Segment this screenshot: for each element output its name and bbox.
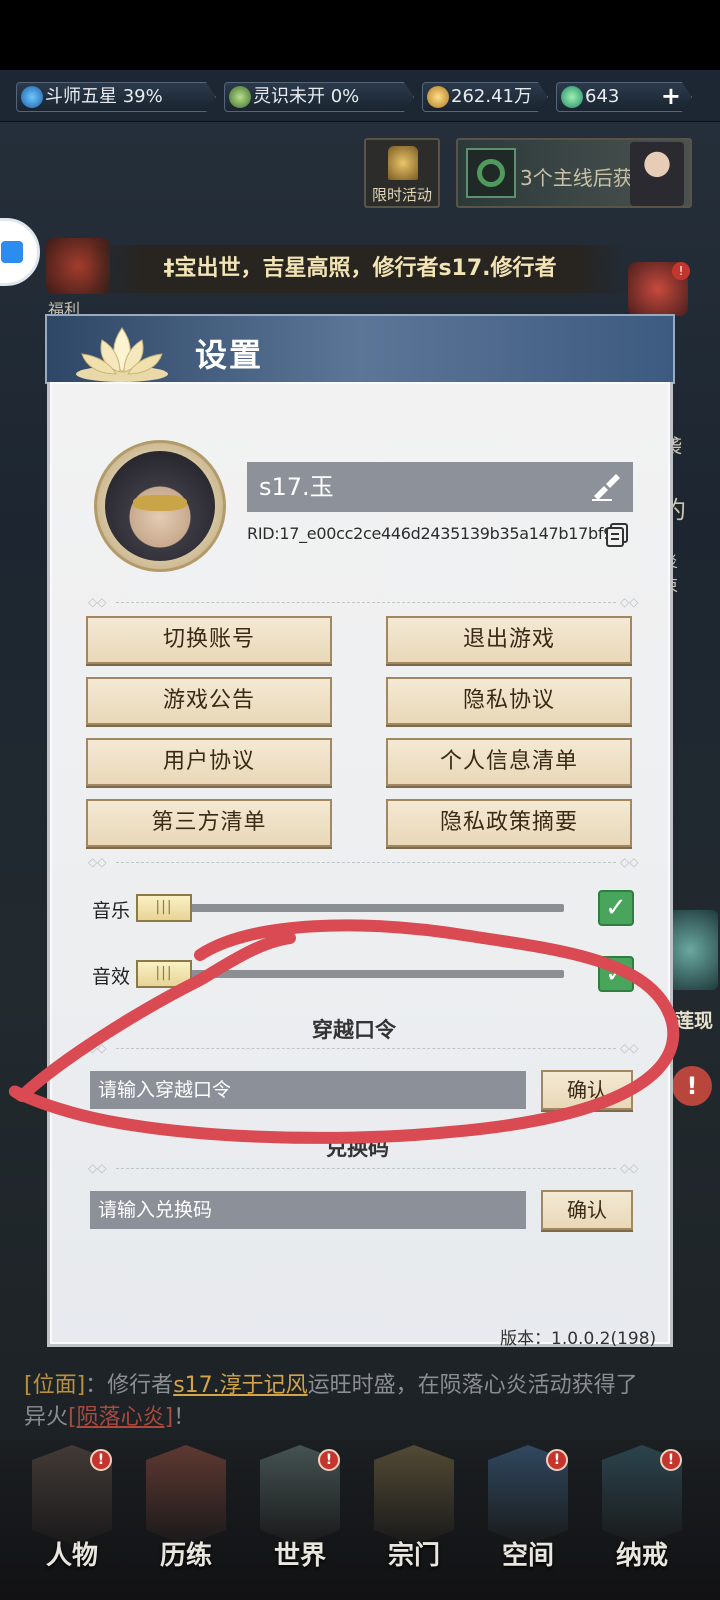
chat-text: 异火: [24, 1405, 69, 1430]
edit-icon[interactable]: [590, 472, 624, 502]
passcode-title: 穿越口令: [312, 1017, 396, 1042]
ring-icon: [466, 148, 516, 198]
chat-item-link[interactable]: [陨落心炎]: [68, 1405, 173, 1430]
chat-text: 运旺时盛，在陨落心炎活动获得了: [307, 1373, 638, 1398]
event-icon[interactable]: !: [628, 262, 690, 316]
gold-text: 262.41万: [451, 86, 532, 107]
nav-label: 宗门: [387, 1541, 440, 1571]
trophy-icon: [388, 146, 418, 180]
sfx-slider-track[interactable]: [136, 970, 564, 978]
assistant-icon: [1, 241, 23, 263]
nav-space[interactable]: ! 空间: [480, 1445, 576, 1585]
chat-channel-tag: [位面]: [24, 1373, 86, 1398]
copy-icon[interactable]: [604, 522, 630, 548]
chat-player-link[interactable]: s17.淳于记风: [173, 1373, 307, 1398]
nav-label: 纳戒: [615, 1541, 668, 1571]
lotus-icon: [76, 327, 168, 382]
status-bar-area: [0, 0, 720, 70]
music-slider-handle[interactable]: |||: [136, 894, 192, 922]
nav-ring[interactable]: ! 纳戒: [594, 1445, 690, 1585]
chat-log: [位面]：修行者s17.淳于记风运旺时盛，在陨落心炎活动获得了 异火[陨落心炎]…: [24, 1370, 714, 1434]
cultivation-text: 斗师五星 39%: [45, 86, 163, 107]
limited-activity-label: 限时活动: [371, 186, 432, 204]
alert-icon[interactable]: !: [672, 1066, 712, 1106]
nav-sect[interactable]: 宗门: [366, 1445, 462, 1585]
sfx-label: 音效: [92, 966, 131, 988]
privacy-agreement-button[interactable]: 隐私协议: [386, 677, 632, 725]
gold-counter[interactable]: 262.41万: [422, 82, 548, 112]
chat-line: 异火[陨落心炎]！: [24, 1402, 714, 1434]
dialog-title: 设置: [195, 336, 264, 374]
flame-icon: [21, 86, 43, 108]
notification-badge: !: [90, 1449, 112, 1471]
announcement-banner: ‡宝出世，吉星高照，修行者s17.修行者: [90, 245, 630, 293]
redeem-confirm-button[interactable]: 确认: [541, 1190, 633, 1230]
nav-world[interactable]: ! 世界: [252, 1445, 348, 1585]
rid-text: RID:17_e00cc2ce446d2435139b35a147b17bf9: [247, 524, 614, 543]
mainline-reward-banner[interactable]: 3个主线后获得: [456, 138, 692, 208]
mask-icon: [133, 495, 187, 511]
passcode-input[interactable]: 请输入穿越口令: [90, 1071, 526, 1109]
notification-badge: !: [546, 1449, 568, 1471]
third-party-list-button[interactable]: 第三方清单: [86, 799, 332, 847]
avatar[interactable]: [105, 451, 215, 561]
music-checkbox[interactable]: ✓: [598, 890, 634, 926]
music-label: 音乐: [92, 900, 131, 922]
training-icon: [146, 1445, 226, 1545]
notification-badge: !: [318, 1449, 340, 1471]
music-slider-track[interactable]: [136, 904, 564, 912]
sfx-slider-handle[interactable]: |||: [136, 960, 192, 988]
nav-label: 历练: [159, 1541, 212, 1571]
resource-bar: 斗师五星 39% 灵识未开 0% 262.41万 643 +: [0, 70, 720, 122]
sect-icon: [374, 1445, 454, 1545]
jade-counter[interactable]: 643 +: [556, 82, 692, 112]
version-text: 版本：1.0.0.2(198): [500, 1329, 657, 1349]
player-name-field[interactable]: s17.玉: [247, 462, 633, 512]
nav-label: 人物: [45, 1541, 98, 1571]
notification-badge: !: [660, 1449, 682, 1471]
privacy-summary-button[interactable]: 隐私政策摘要: [386, 799, 632, 847]
nav-label: 世界: [273, 1541, 326, 1571]
spirit-icon: [229, 86, 251, 108]
game-notice-button[interactable]: 游戏公告: [86, 677, 332, 725]
coin-icon: [427, 86, 449, 108]
personal-info-list-button[interactable]: 个人信息清单: [386, 738, 632, 786]
chat-line: [位面]：修行者s17.淳于记风运旺时盛，在陨落心炎活动获得了: [24, 1370, 714, 1402]
exit-game-button[interactable]: 退出游戏: [386, 616, 632, 664]
nav-training[interactable]: 历练: [138, 1445, 234, 1585]
limited-activity-button[interactable]: 限时活动: [364, 138, 440, 208]
divider: ◇◇ ◇◇: [88, 595, 639, 609]
add-jade-icon[interactable]: +: [661, 82, 681, 110]
spirit-level[interactable]: 灵识未开 0%: [224, 82, 414, 112]
jade-icon: [561, 86, 583, 108]
chat-text: ！: [173, 1405, 196, 1430]
divider: ◇◇ ◇◇: [88, 1041, 639, 1055]
redeem-code-input[interactable]: 请输入兑换码: [90, 1191, 526, 1229]
chat-text: ：修行者: [85, 1373, 174, 1398]
character-portrait: [630, 142, 684, 206]
spirit-text: 灵识未开 0%: [253, 86, 360, 107]
cultivation-level[interactable]: 斗师五星 39%: [16, 82, 216, 112]
sfx-checkbox[interactable]: ✓: [598, 956, 634, 992]
divider: ◇◇ ◇◇: [88, 855, 639, 869]
divider: ◇◇ ◇◇: [88, 1161, 639, 1175]
switch-account-button[interactable]: 切换账号: [86, 616, 332, 664]
jade-text: 643: [585, 86, 620, 107]
passcode-confirm-button[interactable]: 确认: [541, 1070, 633, 1110]
nav-character[interactable]: ! 人物: [24, 1445, 120, 1585]
nav-label: 空间: [501, 1541, 554, 1571]
user-agreement-button[interactable]: 用户协议: [86, 738, 332, 786]
